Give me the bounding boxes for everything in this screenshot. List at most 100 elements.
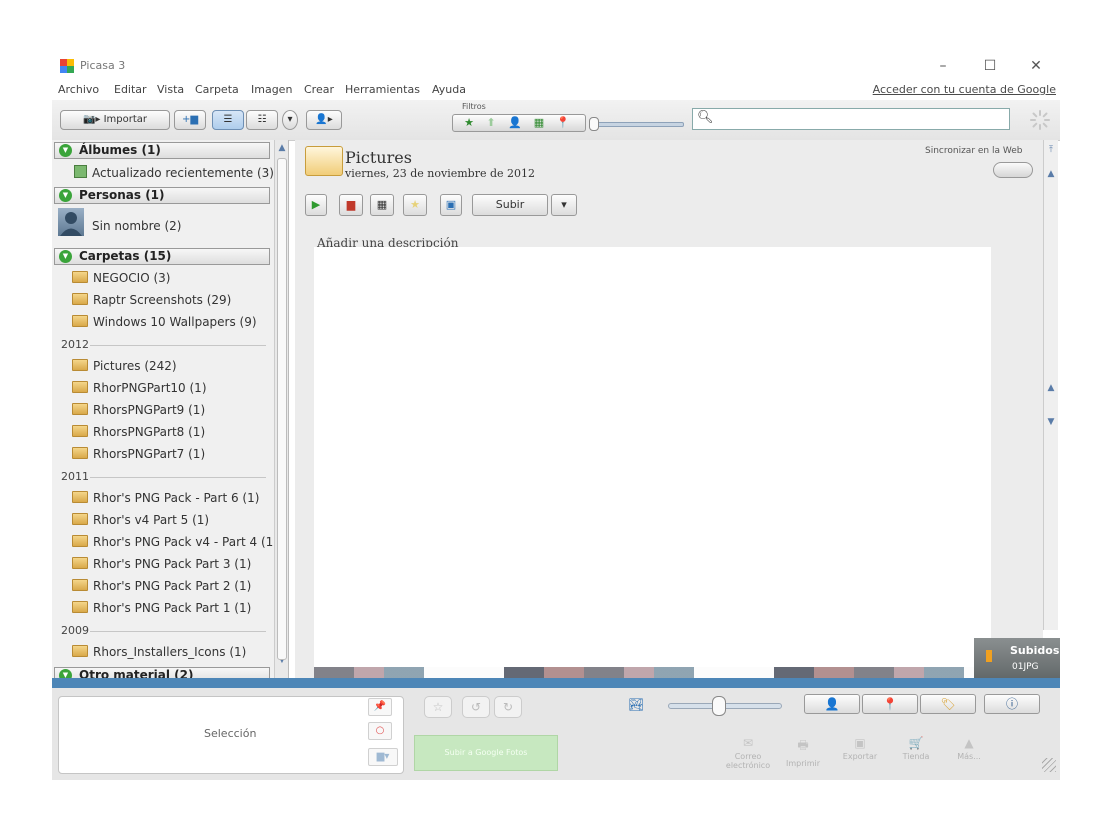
filters-label: Filtros [462,102,486,111]
resize-grip-icon[interactable] [1042,758,1056,772]
signin-link[interactable]: Acceder con tu cuenta de Google [873,83,1056,96]
people-panel-button[interactable]: 👤 [804,694,860,714]
folder-item[interactable]: Rhors_Installers_Icons (1) [72,645,246,659]
export-action[interactable]: ▣ Exportar [836,736,884,761]
folder-item[interactable]: Rhor's PNG Pack - Part 6 (1) [72,491,259,505]
expand-arrow-icon[interactable]: ▼ [59,189,72,202]
sync-toggle[interactable] [993,162,1033,178]
star-filter-icon[interactable]: ★ [459,116,479,130]
video-filter-icon[interactable]: ▦ [529,116,549,130]
close-button[interactable]: ✕ [1021,56,1051,76]
scroll-top-icon[interactable]: ⤒ [1046,144,1056,156]
people-section-header[interactable]: ▼ Personas (1) [54,187,270,204]
folder-item[interactable]: Rhor's v4 Part 5 (1) [72,513,209,527]
view-dropdown-button[interactable]: ▾ [282,110,298,130]
folder-item[interactable]: Windows 10 Wallpapers (9) [72,315,257,329]
minimize-button[interactable]: – [928,56,958,76]
thumbnail-size-thumb[interactable] [712,696,726,716]
menu-ayuda[interactable]: Ayuda [432,83,466,96]
search-field[interactable] [713,110,1007,128]
menu-herramientas[interactable]: Herramientas [345,83,420,96]
upload-google-photos-button[interactable]: Subir a Google Fotos [414,735,558,771]
folder-item[interactable]: RhorsPNGPart9 (1) [72,403,205,417]
people-filter-icon[interactable]: 👤 [505,116,525,130]
folder-label: Rhors_Installers_Icons (1) [93,645,247,659]
folder-title[interactable]: Pictures [345,148,412,167]
menu-crear[interactable]: Crear [304,83,334,96]
scroll-up-icon[interactable]: ▲ [1046,168,1056,180]
shop-action[interactable]: 🛒 Tienda [892,736,940,761]
search-icon: 🔍︎ [697,110,714,125]
import-button[interactable]: 📷▸ Importar [60,110,170,130]
scroll-up-icon[interactable]: ▲ [277,142,287,154]
uploads-badge[interactable]: Subidos 01JPG [974,638,1060,682]
play-slideshow-button[interactable]: ▶ [305,194,327,216]
window-title: Picasa 3 [80,59,126,72]
photo-grid[interactable] [314,247,991,667]
view-details-button[interactable]: ☷ [246,110,278,130]
print-action[interactable]: 🖶 Imprimir [779,736,827,768]
add-to-album-tray-button[interactable]: ▆▾ [368,748,398,766]
selection-tray[interactable]: Selección [58,696,404,774]
tags-panel-button[interactable]: 🏷 [920,694,976,714]
star-button[interactable]: ★ [403,194,427,216]
tray-divider[interactable] [52,678,1060,688]
folder-item[interactable]: Rhor's PNG Pack Part 1 (1) [72,601,251,615]
folder-item[interactable]: RhorsPNGPart7 (1) [72,447,205,461]
add-to-album-button[interactable]: +▆ [174,110,206,130]
folder-item[interactable]: Pictures (242) [72,359,177,373]
places-panel-button[interactable]: 📍 [862,694,918,714]
folder-item[interactable]: Rhor's PNG Pack v4 - Part 4 (1) [72,535,278,549]
person-icon: 👤 [824,697,840,711]
content-scrollbar[interactable]: ⤒ ▲ ▲ ▼ [1043,140,1058,630]
folder-item[interactable]: NEGOCIO (3) [72,271,170,285]
filter-slider-thumb[interactable] [589,117,599,131]
rotate-right-button[interactable]: ↻ [494,696,522,718]
slideshow-people-button[interactable]: 👤▸ [306,110,342,130]
expand-arrow-icon[interactable]: ▼ [59,250,72,263]
upload-filter-icon[interactable]: ⬆ [481,116,501,130]
envelope-icon: ✉ [742,736,754,750]
folder-item[interactable]: RhorPNGPart10 (1) [72,381,207,395]
page-up-icon[interactable]: ▲ [1046,382,1056,394]
menu-archivo[interactable]: Archivo [58,83,99,96]
expand-arrow-icon[interactable]: ▼ [59,144,72,157]
album-item[interactable]: Actualizado recientemente (3) [74,165,274,180]
rotate-left-button[interactable]: ↺ [462,696,490,718]
menu-vista[interactable]: Vista [157,83,184,96]
albums-section-header[interactable]: ▼ Álbumes (1) [54,142,270,159]
expand-arrow-icon[interactable]: ▼ [59,669,72,678]
view-list-button[interactable]: ☰ [212,110,244,130]
menu-imagen[interactable]: Imagen [251,83,292,96]
menu-carpeta[interactable]: Carpeta [195,83,239,96]
more-action[interactable]: ▲ Más... [945,736,993,761]
folder-item[interactable]: Rhor's PNG Pack Part 3 (1) [72,557,251,571]
save-button[interactable]: ▣ [440,194,462,216]
folder-date[interactable]: viernes, 23 de noviembre de 2012 [345,167,535,180]
upload-dropdown-button[interactable]: ▾ [551,194,577,216]
folders-section-header[interactable]: ▼ Carpetas (15) [54,248,270,265]
avatar[interactable] [58,208,84,236]
email-action[interactable]: ✉ Correo electrónico [724,736,772,770]
maximize-button[interactable]: ☐ [975,56,1005,76]
collage-button[interactable]: ▆ [339,194,363,216]
other-section-header[interactable]: ▼ Otro material (2) [54,667,270,678]
sidebar-scroll-thumb[interactable] [277,158,287,660]
printer-icon: 🖶 [797,738,809,752]
search-input[interactable]: 🔍︎ [692,108,1010,130]
person-item[interactable]: Sin nombre (2) [92,219,182,233]
upload-button[interactable]: Subir [472,194,548,216]
hold-button[interactable]: 📌 [368,698,392,716]
folder-item[interactable]: Raptr Screenshots (29) [72,293,231,307]
location-filter-icon[interactable]: 📍 [553,116,573,130]
folder-item[interactable]: Rhor's PNG Pack Part 2 (1) [72,579,251,593]
clear-selection-button[interactable]: ○ [368,722,392,740]
thumbnail-strip[interactable] [314,667,991,678]
star-tray-button[interactable]: ☆ [424,696,452,718]
menu-editar[interactable]: Editar [114,83,147,96]
movie-button[interactable]: ▦ [370,194,394,216]
filter-slider-track[interactable] [592,122,684,127]
info-panel-button[interactable]: ⓘ [984,694,1040,714]
folder-item[interactable]: RhorsPNGPart8 (1) [72,425,205,439]
page-down-icon[interactable]: ▼ [1046,416,1056,428]
